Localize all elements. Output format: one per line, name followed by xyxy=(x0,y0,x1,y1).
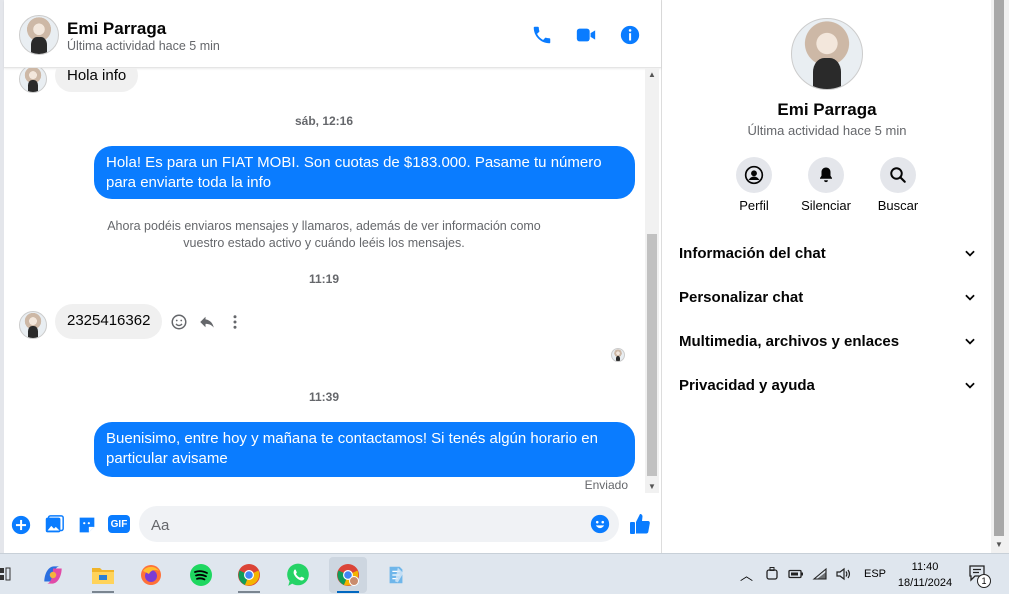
copilot-app-icon[interactable] xyxy=(34,557,72,593)
contact-status: Última actividad hace 5 min xyxy=(67,39,220,53)
chevron-down-icon xyxy=(965,338,975,345)
mute-action[interactable]: Silenciar xyxy=(790,157,862,213)
message-input-placeholder: Aa xyxy=(151,517,170,534)
add-icon[interactable] xyxy=(10,514,32,536)
windows-taskbar: ︿ ESP 11:40 18/11/2024 1 xyxy=(0,553,1009,594)
contact-name[interactable]: Emi Parraga xyxy=(67,19,166,39)
message-incoming[interactable]: Hola info xyxy=(55,68,139,92)
bell-icon xyxy=(820,167,832,183)
mute-action-label: Silenciar xyxy=(801,198,851,213)
profile-name: Emi Parraga xyxy=(777,100,877,119)
chat-pane: Emi Parraga Última actividad hace 5 min … xyxy=(4,0,662,553)
page-scrollbar[interactable]: ▼ xyxy=(991,0,1009,553)
scroll-up-icon[interactable]: ▲ xyxy=(648,70,656,79)
meet-now-icon[interactable] xyxy=(764,566,780,582)
gif-icon[interactable]: GIF xyxy=(108,515,130,533)
section-label: Privacidad y ayuda xyxy=(679,376,815,394)
message-scrollbar[interactable]: ▲ ▼ xyxy=(645,68,659,493)
phone-icon[interactable] xyxy=(531,24,553,46)
section-label: Información del chat xyxy=(679,244,826,262)
section-media-files[interactable]: Multimedia, archivos y enlaces xyxy=(679,326,977,356)
battery-icon[interactable] xyxy=(788,566,804,582)
react-emoji-icon[interactable] xyxy=(170,313,188,331)
notification-badge: 1 xyxy=(977,574,991,588)
spotify-icon[interactable] xyxy=(182,557,220,593)
section-privacy-help[interactable]: Privacidad y ayuda xyxy=(679,370,977,400)
firefox-icon[interactable] xyxy=(132,557,170,593)
sender-avatar[interactable] xyxy=(19,68,47,93)
file-explorer-icon[interactable] xyxy=(84,557,122,593)
system-clock[interactable]: 11:40 18/11/2024 xyxy=(890,559,960,591)
scroll-down-icon[interactable]: ▼ xyxy=(995,540,1003,549)
input-language[interactable]: ESP xyxy=(864,568,886,580)
message-timestamp: 11:19 xyxy=(308,272,340,286)
sender-avatar[interactable] xyxy=(19,311,47,339)
profile-icon xyxy=(744,165,764,185)
conversation-info-pane: Emi Parraga Última actividad hace 5 min … xyxy=(663,0,991,553)
info-icon[interactable] xyxy=(619,24,641,46)
profile-status: Última actividad hace 5 min xyxy=(747,123,907,138)
system-notice: Ahora podéis enviaros mensajes y llamaro… xyxy=(107,219,541,250)
search-icon xyxy=(890,167,906,183)
message-outgoing[interactable]: Hola! Es para un FIAT MOBI. Son cuotas d… xyxy=(94,146,635,199)
message-timestamp: sáb, 12:16 xyxy=(294,114,354,128)
section-label: Multimedia, archivos y enlaces xyxy=(679,332,900,350)
chat-header: Emi Parraga Última actividad hace 5 min xyxy=(4,0,661,68)
search-action-label: Buscar xyxy=(877,198,919,213)
like-icon[interactable] xyxy=(628,512,652,536)
chevron-down-icon xyxy=(965,250,975,257)
chrome-profile-icon[interactable] xyxy=(329,557,367,593)
profile-action[interactable]: Perfil xyxy=(718,157,790,213)
message-incoming[interactable]: 2325416362 xyxy=(55,304,163,339)
message-list[interactable]: Hola info sáb, 12:16 Hola! Es para un FI… xyxy=(4,68,644,493)
scroll-down-icon[interactable]: ▼ xyxy=(648,482,656,491)
section-chat-info[interactable]: Información del chat xyxy=(679,238,977,268)
notepad-icon[interactable] xyxy=(377,557,415,593)
video-call-icon[interactable] xyxy=(575,24,597,46)
sticker-icon[interactable] xyxy=(76,514,98,536)
chevron-down-icon xyxy=(965,294,975,301)
chevron-down-icon xyxy=(965,382,975,389)
task-view-icon[interactable] xyxy=(0,566,12,582)
reply-icon[interactable] xyxy=(198,313,216,331)
section-label: Personalizar chat xyxy=(679,288,804,306)
profile-action-label: Perfil xyxy=(739,198,769,213)
wifi-icon[interactable] xyxy=(812,566,828,582)
sent-status: Enviado xyxy=(584,478,628,492)
more-options-icon[interactable] xyxy=(226,313,244,331)
message-outgoing[interactable]: Buenisimo, entre hoy y mañana te contact… xyxy=(94,422,635,477)
clock-time: 11:40 xyxy=(911,561,939,573)
scrollbar-thumb[interactable] xyxy=(647,234,657,476)
volume-icon[interactable] xyxy=(835,566,851,582)
contact-avatar[interactable] xyxy=(19,15,59,55)
profile-avatar[interactable] xyxy=(791,18,863,90)
composer-bar: GIF Aa xyxy=(4,500,661,550)
page-scrollbar-thumb[interactable] xyxy=(994,0,1004,536)
chrome-icon[interactable] xyxy=(230,557,268,593)
clock-date: 18/11/2024 xyxy=(897,577,953,589)
whatsapp-icon[interactable] xyxy=(279,557,317,593)
message-input[interactable] xyxy=(139,506,619,542)
show-hidden-icons-icon[interactable]: ︿ xyxy=(740,565,753,584)
section-customize-chat[interactable]: Personalizar chat xyxy=(679,282,977,312)
photo-icon[interactable] xyxy=(43,514,65,536)
search-action[interactable]: Buscar xyxy=(862,157,934,213)
read-receipt-avatar xyxy=(611,348,625,362)
message-timestamp: 11:39 xyxy=(308,390,340,404)
emoji-icon[interactable] xyxy=(589,513,611,535)
